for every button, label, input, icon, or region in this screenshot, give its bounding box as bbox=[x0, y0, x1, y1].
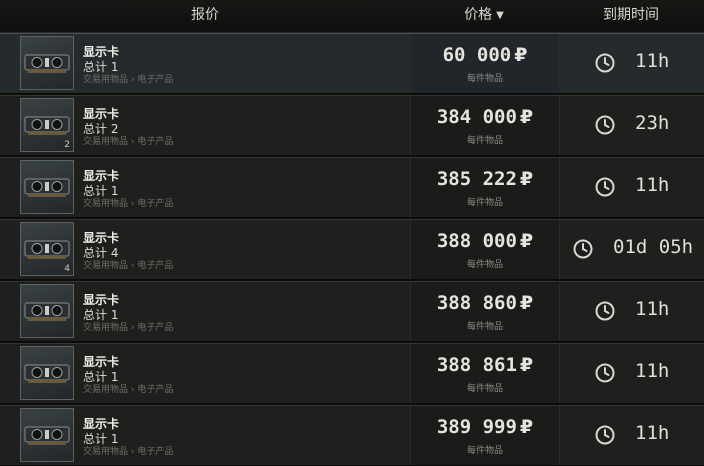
item-thumbnail[interactable] bbox=[20, 160, 74, 214]
price-amount: 388 000 bbox=[436, 230, 517, 252]
offer-row[interactable]: 4 显示卡 总计 4 交易用物品 › 电子产品 388 000 ₽ 每件物品 01d 05h bbox=[0, 219, 704, 280]
expire-time: 11h bbox=[635, 50, 670, 72]
offer-cell: 4 显示卡 总计 4 交易用物品 › 电子产品 bbox=[16, 220, 410, 279]
price-amount: 60 000 bbox=[442, 44, 512, 66]
expire-cell: 11h bbox=[559, 282, 704, 341]
offer-row[interactable]: 显示卡 总计 1 交易用物品 › 电子产品 60 000 ₽ 每件物品 11h bbox=[0, 33, 704, 94]
price-amount: 388 861 bbox=[436, 354, 517, 376]
item-category: 交易用物品 › 电子产品 bbox=[83, 385, 174, 395]
offer-cell: 2 显示卡 总计 2 交易用物品 › 电子产品 bbox=[16, 96, 410, 155]
header-expire[interactable]: 到期时间 bbox=[558, 0, 704, 32]
price-cell: 384 000 ₽ 每件物品 bbox=[410, 96, 560, 155]
offer-row[interactable]: 显示卡 总计 1 交易用物品 › 电子产品 389 999 ₽ 每件物品 11h bbox=[0, 405, 704, 466]
item-category: 交易用物品 › 电子产品 bbox=[83, 75, 174, 85]
offer-row[interactable]: 显示卡 总计 1 交易用物品 › 电子产品 388 861 ₽ 每件物品 11h bbox=[0, 343, 704, 404]
expire-cell: 23h bbox=[559, 96, 704, 155]
item-category: 交易用物品 › 电子产品 bbox=[83, 323, 174, 333]
ruble-icon: ₽ bbox=[519, 230, 534, 252]
item-thumbnail[interactable] bbox=[20, 408, 74, 462]
item-quantity: 2 bbox=[64, 140, 70, 150]
expire-cell: 11h bbox=[559, 406, 704, 465]
ruble-icon: ₽ bbox=[519, 106, 534, 128]
expire-time: 11h bbox=[635, 174, 670, 196]
expire-time: 01d 05h bbox=[613, 236, 694, 258]
price-per-item-label: 每件物品 bbox=[466, 260, 503, 270]
header-price-sort[interactable]: 价格 ▼ bbox=[410, 0, 558, 32]
item-thumbnail[interactable]: 4 bbox=[20, 222, 74, 276]
ruble-icon: ₽ bbox=[519, 292, 534, 314]
expire-cell: 01d 05h bbox=[559, 220, 704, 279]
ruble-icon: ₽ bbox=[519, 354, 534, 376]
item-category: 交易用物品 › 电子产品 bbox=[83, 261, 174, 271]
expire-cell: 11h bbox=[559, 344, 704, 403]
expire-time: 11h bbox=[635, 422, 670, 444]
chevron-down-icon: ▼ bbox=[496, 10, 504, 21]
clock-icon bbox=[595, 301, 615, 321]
item-category: 交易用物品 › 电子产品 bbox=[83, 199, 174, 209]
price-cell: 389 999 ₽ 每件物品 bbox=[410, 406, 560, 465]
price-value: 388 860 ₽ bbox=[411, 292, 559, 314]
price-value: 389 999 ₽ bbox=[411, 416, 559, 438]
price-cell: 60 000 ₽ 每件物品 bbox=[410, 34, 560, 93]
price-per-item-label: 每件物品 bbox=[466, 446, 503, 456]
clock-icon bbox=[595, 177, 615, 197]
price-cell: 385 222 ₽ 每件物品 bbox=[410, 158, 560, 217]
price-per-item-label: 每件物品 bbox=[466, 74, 503, 84]
item-thumbnail[interactable] bbox=[20, 284, 74, 338]
offer-row[interactable]: 2 显示卡 总计 2 交易用物品 › 电子产品 384 000 ₽ 每件物品 23h bbox=[0, 95, 704, 156]
price-value: 388 000 ₽ bbox=[411, 230, 559, 252]
price-value: 384 000 ₽ bbox=[411, 106, 559, 128]
clock-icon bbox=[595, 425, 615, 445]
price-value: 385 222 ₽ bbox=[411, 168, 559, 190]
price-per-item-label: 每件物品 bbox=[466, 136, 503, 146]
item-thumbnail[interactable]: 2 bbox=[20, 98, 74, 152]
expire-cell: 11h bbox=[559, 158, 704, 217]
offer-cell: 显示卡 总计 1 交易用物品 › 电子产品 bbox=[16, 406, 410, 465]
clock-icon bbox=[573, 239, 593, 259]
price-cell: 388 000 ₽ 每件物品 bbox=[410, 220, 560, 279]
clock-icon bbox=[595, 115, 615, 135]
price-cell: 388 860 ₽ 每件物品 bbox=[410, 282, 560, 341]
offer-cell: 显示卡 总计 1 交易用物品 › 电子产品 bbox=[16, 344, 410, 403]
offer-cell: 显示卡 总计 1 交易用物品 › 电子产品 bbox=[16, 34, 410, 93]
offer-row[interactable]: 显示卡 总计 1 交易用物品 › 电子产品 385 222 ₽ 每件物品 11h bbox=[0, 157, 704, 218]
item-quantity: 4 bbox=[64, 264, 70, 274]
item-thumbnail[interactable] bbox=[20, 346, 74, 400]
price-amount: 384 000 bbox=[436, 106, 517, 128]
ruble-icon: ₽ bbox=[519, 168, 534, 190]
price-per-item-label: 每件物品 bbox=[466, 384, 503, 394]
offer-cell: 显示卡 总计 1 交易用物品 › 电子产品 bbox=[16, 158, 410, 217]
ruble-icon: ₽ bbox=[519, 416, 534, 438]
item-category: 交易用物品 › 电子产品 bbox=[83, 447, 174, 457]
clock-icon bbox=[595, 53, 615, 73]
price-amount: 389 999 bbox=[436, 416, 517, 438]
item-thumbnail[interactable] bbox=[20, 36, 74, 90]
header-price-label: 价格 bbox=[464, 7, 493, 23]
price-value: 388 861 ₽ bbox=[411, 354, 559, 376]
price-amount: 385 222 bbox=[436, 168, 517, 190]
price-value: 60 000 ₽ bbox=[411, 44, 559, 66]
price-per-item-label: 每件物品 bbox=[466, 198, 503, 208]
price-amount: 388 860 bbox=[436, 292, 517, 314]
offer-cell: 显示卡 总计 1 交易用物品 › 电子产品 bbox=[16, 282, 410, 341]
expire-cell: 11h bbox=[559, 34, 704, 93]
header-offer[interactable]: 报价 bbox=[0, 0, 410, 32]
expire-time: 23h bbox=[635, 112, 670, 134]
table-header: 报价 价格 ▼ 到期时间 bbox=[0, 0, 704, 33]
expire-time: 11h bbox=[635, 298, 670, 320]
offer-row[interactable]: 显示卡 总计 1 交易用物品 › 电子产品 388 860 ₽ 每件物品 11h bbox=[0, 281, 704, 342]
ruble-icon: ₽ bbox=[514, 44, 528, 66]
expire-time: 11h bbox=[635, 360, 670, 382]
price-cell: 388 861 ₽ 每件物品 bbox=[410, 344, 560, 403]
price-per-item-label: 每件物品 bbox=[466, 322, 503, 332]
item-category: 交易用物品 › 电子产品 bbox=[83, 137, 174, 147]
clock-icon bbox=[595, 363, 615, 383]
